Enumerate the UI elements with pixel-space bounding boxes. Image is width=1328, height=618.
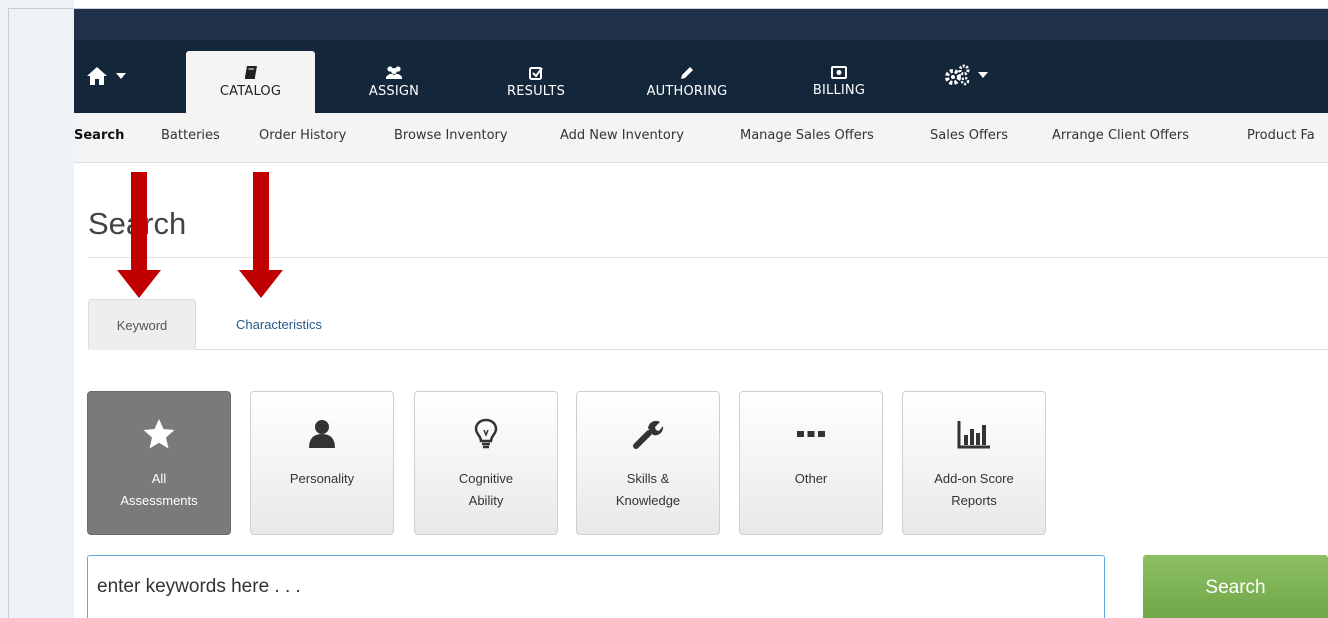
tile-label-line1: Skills &: [626, 471, 670, 486]
tile-label-line1: All: [151, 471, 167, 486]
subnav-arrange-client-offers[interactable]: Arrange Client Offers: [1052, 128, 1189, 143]
app-window: CATALOG ASSIGN RESULTS AUTHORING BILLING…: [74, 9, 1328, 618]
category-add-on-score-reports[interactable]: Add-on Score Reports: [902, 391, 1046, 535]
nav-tab-label: BILLING: [812, 83, 866, 98]
tab-characteristics[interactable]: Characteristics: [208, 299, 350, 349]
tile-label-line1: Other: [794, 471, 828, 486]
ellipsis-icon: [797, 431, 825, 437]
users-icon: [386, 66, 402, 79]
star-icon: [143, 419, 175, 449]
nav-tab-results[interactable]: RESULTS: [486, 51, 586, 113]
search-button[interactable]: Search: [1143, 555, 1328, 618]
subnav-batteries[interactable]: Batteries: [161, 128, 220, 143]
subnav-sales-offers[interactable]: Sales Offers: [930, 128, 1008, 143]
left-margin: [0, 0, 74, 618]
subnav-browse-inventory[interactable]: Browse Inventory: [394, 128, 508, 143]
wrench-icon: [633, 420, 664, 449]
tile-label-line2: Reports: [951, 493, 997, 508]
subnav-manage-sales-offers[interactable]: Manage Sales Offers: [740, 128, 874, 143]
nav-tab-label: ASSIGN: [368, 84, 420, 99]
check-square-icon: [529, 66, 543, 80]
book-icon: [244, 66, 257, 79]
nav-tab-assign[interactable]: ASSIGN: [344, 51, 444, 113]
nav-tab-label: CATALOG: [219, 84, 282, 99]
main-navbar: CATALOG ASSIGN RESULTS AUTHORING BILLING: [74, 40, 1328, 113]
nav-tab-label: AUTHORING: [646, 83, 728, 99]
home-icon: [87, 67, 107, 85]
user-icon: [309, 420, 335, 448]
tile-label-line1: Personality: [289, 471, 355, 486]
annotation-arrow-down: [239, 172, 283, 298]
sub-navigation: Search Batteries Order History Browse In…: [74, 113, 1328, 163]
subnav-search[interactable]: Search: [74, 128, 124, 143]
pencil-icon: [681, 66, 693, 79]
subnav-add-new-inventory[interactable]: Add New Inventory: [560, 128, 684, 143]
left-frame-edge: [8, 8, 9, 618]
tile-label-line2: Ability: [468, 493, 504, 508]
tab-keyword[interactable]: Keyword: [88, 299, 196, 350]
nav-tab-catalog[interactable]: CATALOG: [186, 51, 315, 113]
money-icon: [831, 66, 847, 79]
tile-label-line2: Knowledge: [615, 493, 681, 508]
settings-menu-button[interactable]: [944, 64, 988, 86]
subnav-order-history[interactable]: Order History: [259, 128, 346, 143]
chevron-down-icon: [978, 72, 988, 78]
category-all-assessments[interactable]: All Assessments: [87, 391, 231, 535]
nav-tab-billing[interactable]: BILLING: [789, 51, 889, 113]
top-strip: [74, 9, 1328, 40]
keyword-search-input[interactable]: enter keywords here . . .: [87, 555, 1105, 618]
chevron-down-icon: [116, 73, 126, 79]
search-mode-tabs: Keyword Characteristics: [88, 299, 1328, 350]
subnav-product-fa[interactable]: Product Fa: [1247, 128, 1315, 143]
tile-label-line1: Add-on Score: [934, 471, 1014, 486]
category-other[interactable]: Other: [739, 391, 883, 535]
home-menu-button[interactable]: [86, 66, 126, 86]
annotation-arrow-down: [117, 172, 161, 298]
bar-chart-icon: [957, 421, 990, 449]
tile-label-line2: Assessments: [120, 493, 198, 508]
tile-label-line1: Cognitive: [458, 471, 514, 486]
gears-icon: [945, 64, 970, 86]
lightbulb-icon: [474, 418, 498, 449]
category-personality[interactable]: Personality: [250, 391, 394, 535]
nav-tab-label: RESULTS: [506, 83, 566, 99]
nav-tab-authoring[interactable]: AUTHORING: [629, 51, 745, 113]
category-cognitive-ability[interactable]: Cognitive Ability: [414, 391, 558, 535]
category-skills-knowledge[interactable]: Skills & Knowledge: [576, 391, 720, 535]
